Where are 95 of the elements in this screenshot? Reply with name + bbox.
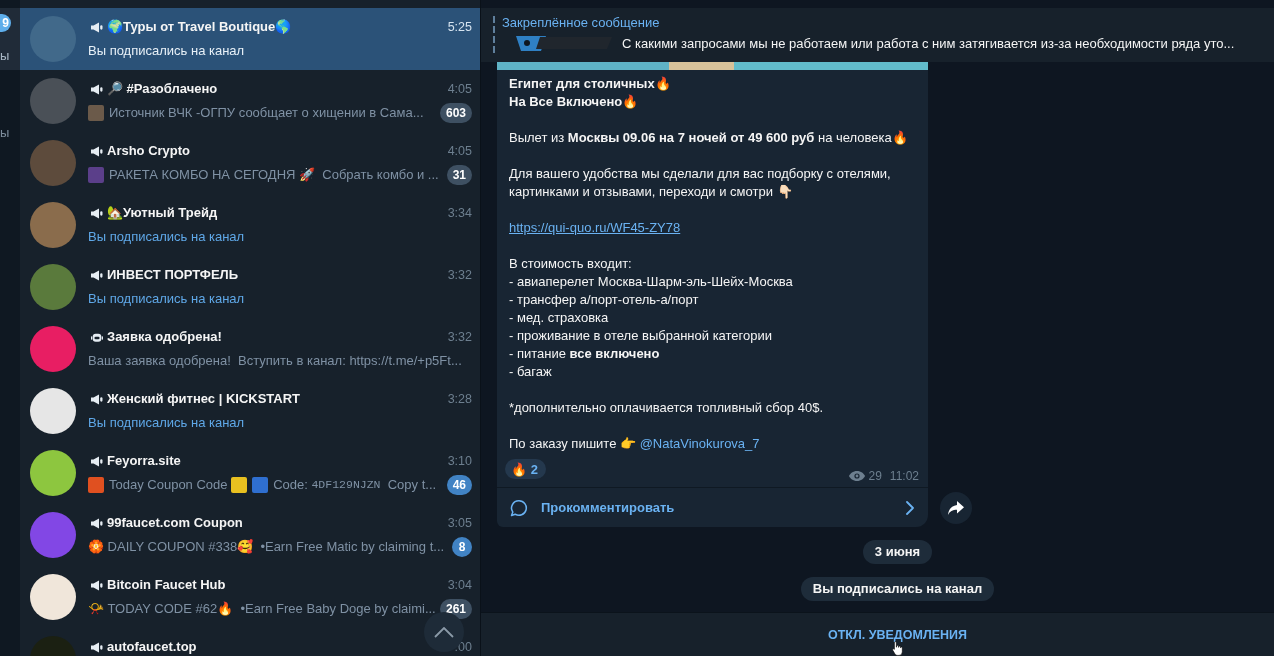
chat-time: 4:05 bbox=[447, 81, 472, 98]
share-icon bbox=[948, 501, 964, 515]
chevron-right-icon bbox=[906, 500, 914, 515]
service-preview: Вы подписались на канал bbox=[88, 414, 245, 432]
chat-item[interactable]: 99faucet.com Coupon 3:05 🏵 DAILY COUPON #338🥰 •Earn Free Matic by claiming t... 8 bbox=[20, 504, 480, 566]
chat-title: Заявка одобрена! bbox=[107, 328, 222, 346]
message-line: - трансфер а/порт-отель-а/порт bbox=[509, 291, 700, 309]
chat-time: 4:05 bbox=[447, 143, 472, 160]
message-preview: Источник ВЧК -ОГПУ сообщает о хищении в Сама... bbox=[109, 104, 424, 122]
message-line: - авиаперелет Москва-Шарм-эль-Шейх-Москва bbox=[509, 273, 794, 291]
message-line: Для вашего удобства мы сделали для вас подборку с отелями, картинками и отзывами, переходи и смотри 👇🏻 bbox=[509, 165, 892, 201]
chat-title: autofaucet.top bbox=[107, 638, 197, 656]
pinned-indicator bbox=[493, 16, 495, 54]
chat-title: Feyorra.site bbox=[107, 452, 181, 470]
cursor-icon bbox=[892, 641, 903, 656]
megaphone-icon bbox=[91, 517, 103, 529]
chat-time: 3:28 bbox=[447, 391, 472, 408]
chat-title: 🌍Туры от Travel Boutique🌎 bbox=[107, 18, 292, 36]
message-line: В стоимость входит: bbox=[509, 255, 633, 273]
chat-time: 5:25 bbox=[447, 19, 472, 36]
megaphone-icon bbox=[91, 207, 103, 219]
chat-item[interactable]: 🏡Уютный Трейд 3:34 Вы подписались на канал bbox=[20, 194, 480, 256]
megaphone-icon bbox=[91, 579, 103, 591]
eye-icon bbox=[848, 471, 865, 481]
message-line: - питание все включено bbox=[509, 345, 661, 363]
megaphone-icon bbox=[91, 83, 103, 95]
message-line: *дополнительно оплачивается топливный сбор 40$. bbox=[509, 399, 824, 417]
chat-item[interactable]: Bitcoin Faucet Hub 3:04 📯 TODAY CODE #62🔥 •Earn Free Baby Doge by claimi... 261 bbox=[20, 566, 480, 628]
chat-time: 3:34 bbox=[447, 205, 472, 222]
megaphone-icon bbox=[91, 21, 103, 33]
service-preview: Вы подписались на канал bbox=[88, 290, 245, 308]
bot-icon bbox=[91, 331, 103, 343]
message-link[interactable]: https://qui-quo.ru/WF45-ZY78 bbox=[509, 220, 681, 235]
message-line: - проживание в отеле выбранной категории bbox=[509, 327, 774, 345]
message-preview: РАКЕТА КОМБО НА СЕГОДНЯ 🚀 Собрать комбо и ... bbox=[109, 166, 439, 184]
view-count: 29 bbox=[868, 469, 882, 483]
chat-time: 3:05 bbox=[447, 515, 472, 532]
chat-title: Женский фитнес | KICKSTART bbox=[107, 390, 301, 408]
chat-title: 🏡Уютный Трейд bbox=[107, 204, 218, 222]
chat-item[interactable]: Женский фитнес | KICKSTART 3:28 Вы подписались на канал bbox=[20, 380, 480, 442]
date-pill: 3 июня bbox=[862, 540, 933, 564]
chat-item[interactable]: Arsho Crypto 4:05 РАКЕТА КОМБО НА СЕГОДНЯ 🚀 Собрать комбо и ... 31 bbox=[20, 132, 480, 194]
chat-title: Bitcoin Faucet Hub bbox=[107, 576, 226, 594]
message-preview: 📯 TODAY CODE #62🔥 •Earn Free Baby Doge by claimi... bbox=[88, 600, 436, 618]
message-preview: 🏵 DAILY COUPON #338🥰 •Earn Free Matic by claiming t... bbox=[88, 538, 445, 556]
message-line: - мед. страховка bbox=[509, 309, 610, 327]
chat-time: 3:32 bbox=[447, 267, 472, 284]
folder-tab[interactable]: ы bbox=[0, 85, 20, 147]
reaction-chip[interactable]: 🔥 2 bbox=[505, 459, 546, 479]
chat-title: 🔎 #Разоблачено bbox=[107, 80, 218, 98]
unread-badge: 8 bbox=[452, 537, 472, 557]
comment-button[interactable]: Прокомментировать bbox=[497, 487, 928, 527]
mention-link[interactable]: @NataVinokurova_7 bbox=[639, 436, 760, 451]
message-preview: Today Coupon Code bbox=[109, 476, 229, 494]
megaphone-icon bbox=[91, 145, 103, 157]
chat-time: 3:32 bbox=[447, 329, 472, 346]
megaphone-icon bbox=[91, 269, 103, 281]
chat-item[interactable]: ИНВЕСТ ПОРТФЕЛЬ 3:32 Вы подписались на канал bbox=[20, 256, 480, 318]
chat-time: 3:10 bbox=[447, 453, 472, 470]
chat-item[interactable]: 🌍Туры от Travel Boutique🌎 5:25 Вы подписались на канал bbox=[20, 8, 480, 70]
message-preview: Copy t... bbox=[386, 476, 437, 494]
unread-badge: 603 bbox=[439, 103, 472, 123]
service-preview: Вы подписались на канал bbox=[88, 228, 245, 246]
message-line: Вылет из Москвы 09.06 на 7 ночей от 49 600 руб на человека🔥 bbox=[509, 129, 909, 147]
chat-title: 99faucet.com Coupon bbox=[107, 514, 243, 532]
code-text: 4DF129NJZN bbox=[311, 477, 381, 493]
service-preview: Вы подписались на канал bbox=[88, 42, 245, 60]
megaphone-icon bbox=[91, 641, 103, 653]
message-line: На Все Включено🔥 bbox=[509, 93, 640, 111]
mute-notifications-button[interactable]: ОТКЛ. УВЕДОМЛЕНИЯ bbox=[481, 612, 1274, 656]
message-line: - багаж bbox=[509, 363, 553, 381]
unread-badge: 46 bbox=[446, 475, 472, 495]
unread-badge: 31 bbox=[446, 165, 472, 185]
unread-badge: 9 bbox=[0, 14, 11, 32]
share-button[interactable] bbox=[940, 492, 972, 524]
chat-item[interactable]: 🔎 #Разоблачено 4:05 Источник ВЧК -ОГПУ сообщает о хищении в Сама... 603 bbox=[20, 70, 480, 132]
megaphone-icon bbox=[91, 455, 103, 467]
chat-title: ИНВЕСТ ПОРТФЕЛЬ bbox=[107, 266, 239, 284]
message-time: 11:02 bbox=[889, 469, 919, 483]
megaphone-icon bbox=[91, 393, 103, 405]
chat-time: 3:04 bbox=[447, 577, 472, 594]
folder-tab[interactable]: 9 ы bbox=[0, 8, 20, 70]
message-preview: Ваша заявка одобрена! Вступить в канал: https://t.me/+p5Ft... bbox=[88, 352, 462, 370]
message-line: По заказу пишите 👉 @NataVinokurova_7 bbox=[509, 435, 761, 453]
message-preview: Code: bbox=[273, 476, 309, 494]
pinned-title: Закреплённое сообщение bbox=[502, 15, 660, 31]
pinned-text: С какими запросами мы не работаем или работа с ним затягивается из-за необходимости ряда уто... bbox=[622, 35, 1235, 51]
chat-item[interactable]: Заявка одобрена! 3:32 Ваша заявка одобрена! Вступить в канал: https://t.me/+p5Ft... bbox=[20, 318, 480, 380]
message-line: Египет для столичных🔥 bbox=[509, 75, 672, 93]
pinned-message-bar[interactable]: Закреплённое сообщение С какими запросами мы не работаем или работа с ним затягивается из-за необходимости ряда уто... bbox=[481, 8, 1274, 62]
chevron-up-icon bbox=[434, 626, 454, 638]
service-message: Вы подписались на канал bbox=[800, 577, 995, 601]
chat-title: Arsho Crypto bbox=[107, 142, 191, 160]
comment-icon bbox=[509, 497, 529, 518]
chat-item[interactable]: Feyorra.site 3:10 Today Coupon Code Code: 4DF129NJZN Copy t... 46 bbox=[20, 442, 480, 504]
